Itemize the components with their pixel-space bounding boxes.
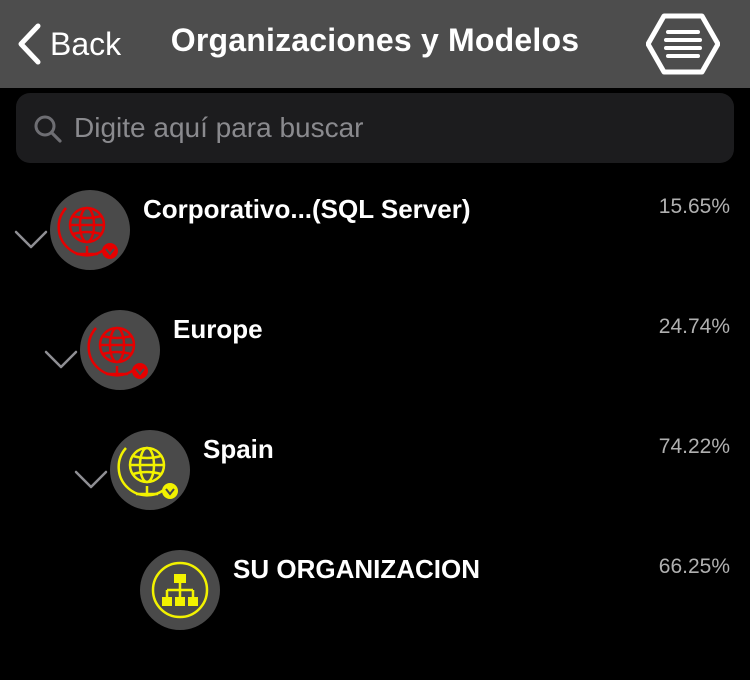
hexagon-menu-icon	[645, 13, 721, 75]
tree-node-name: Spain	[203, 434, 274, 464]
page-title: Organizaciones y Modelos	[170, 22, 580, 58]
avatar	[80, 310, 160, 390]
navigation-bar: Back Organizaciones y Modelos	[0, 0, 750, 88]
chevron-down-icon[interactable]	[44, 349, 78, 371]
menu-button[interactable]	[645, 12, 721, 76]
avatar	[140, 550, 220, 630]
chevron-down-icon[interactable]	[14, 229, 48, 251]
tree-row-spain[interactable]: Spain 74.22%	[0, 425, 750, 535]
search-bar	[16, 93, 734, 163]
globe-icon	[87, 326, 148, 379]
globe-icon	[117, 446, 178, 499]
tree-node-percent: 74.22%	[658, 435, 730, 458]
tree-node-percent: 15.65%	[658, 195, 730, 218]
search-input[interactable]	[74, 93, 714, 163]
org-chart-icon	[151, 561, 209, 619]
globe-icon	[57, 206, 118, 259]
chevron-down-icon[interactable]	[74, 469, 108, 491]
tree-node-percent: 24.74%	[658, 315, 730, 338]
tree-row-su-organizacion[interactable]: SU ORGANIZACION 66.25%	[0, 545, 750, 655]
tree-node-name: SU ORGANIZACION	[233, 554, 480, 584]
search-icon	[34, 115, 62, 143]
tree-row-europe[interactable]: Europe 24.74%	[0, 305, 750, 415]
tree-node-name: Corporativo...(SQL Server)	[143, 194, 471, 224]
tree-node-name: Europe	[173, 314, 263, 344]
tree-row-corporativo[interactable]: Corporativo...(SQL Server) 15.65%	[0, 185, 750, 295]
avatar	[110, 430, 190, 510]
avatar	[50, 190, 130, 270]
tree-node-percent: 66.25%	[658, 555, 730, 578]
